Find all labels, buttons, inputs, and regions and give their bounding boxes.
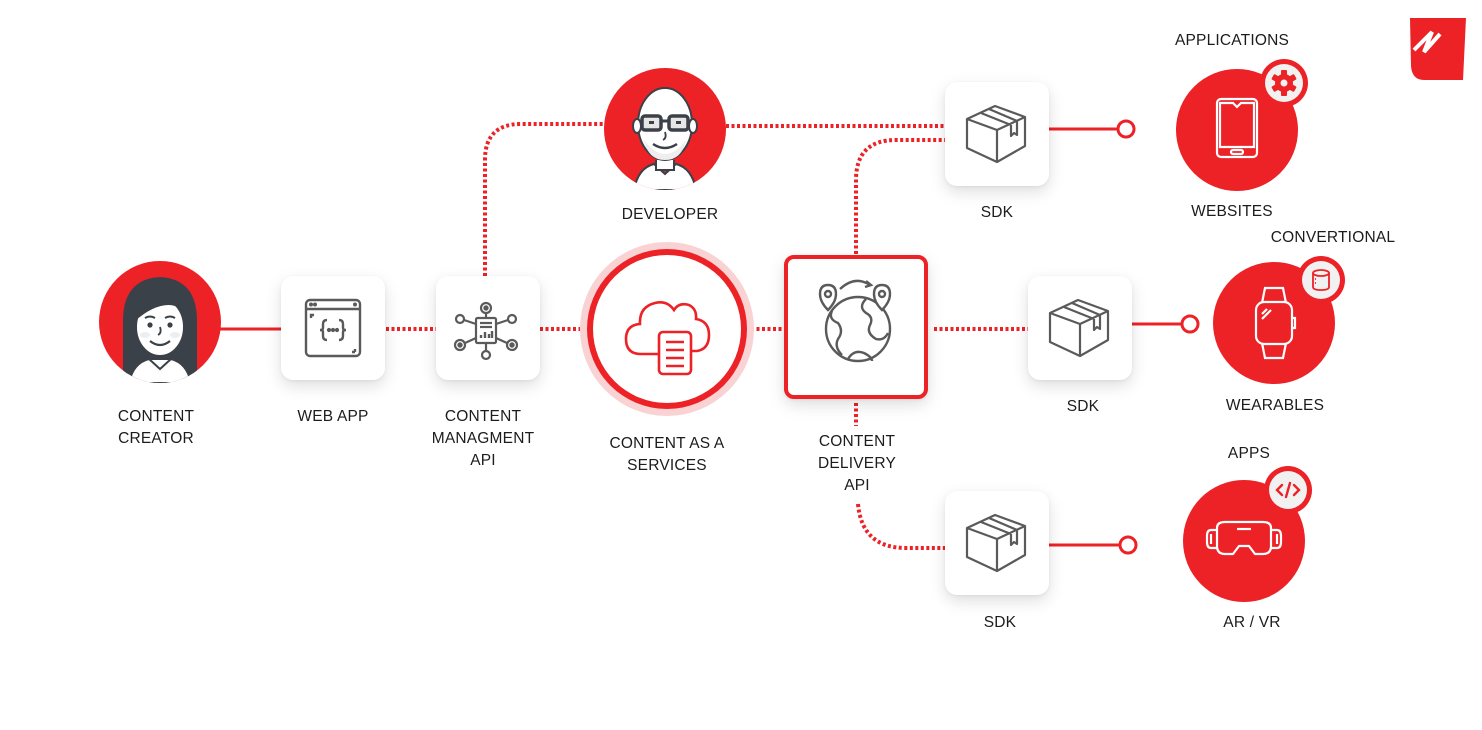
- browser-code-icon: [304, 298, 362, 358]
- websites-label: WEBSITES: [1191, 203, 1273, 220]
- network-document-icon: [453, 301, 519, 361]
- content-as-a-service-node[interactable]: [580, 242, 754, 416]
- wearables-node[interactable]: [1213, 256, 1345, 384]
- developer-node[interactable]: [604, 68, 726, 190]
- woman-avatar-icon: [123, 277, 197, 383]
- web-app-node[interactable]: [281, 276, 385, 380]
- ar-vr-badge: [1264, 466, 1312, 514]
- wearables-category-label: CONVERTIONAL: [1270, 229, 1396, 246]
- wire-end-wearables: [1180, 314, 1200, 334]
- sdk-middle-label: SDK: [1066, 398, 1100, 415]
- wire-end-websites: [1116, 119, 1136, 139]
- sdk-top-label: SDK: [980, 204, 1014, 221]
- content-management-api-label: CONTENT MANAGMENT API: [431, 408, 535, 469]
- gear-icon: [1271, 70, 1297, 96]
- brand-logo-icon: [1410, 18, 1466, 80]
- wire-cda-sdktop: [854, 138, 946, 254]
- ar-vr-label: AR / VR: [1223, 614, 1281, 631]
- wire-end-arvr: [1118, 535, 1138, 555]
- sdk-bottom-node[interactable]: [945, 491, 1049, 595]
- sdk-bottom-label: SDK: [983, 614, 1017, 631]
- wire-cma-developer: [483, 122, 606, 276]
- wire-cda-sdkbottom: [856, 503, 946, 550]
- man-avatar-icon: [632, 87, 698, 190]
- content-creator-label: CONTENT CREATOR: [117, 408, 195, 447]
- web-app-label: WEB APP: [297, 408, 369, 425]
- sdk-top-node[interactable]: [945, 82, 1049, 186]
- code-tag-icon: [1275, 481, 1301, 499]
- wearables-label: WEARABLES: [1225, 397, 1325, 414]
- cloud-document-icon: [624, 301, 711, 376]
- wearables-badge: [1297, 256, 1345, 304]
- globe-locations-icon: [818, 279, 892, 363]
- content-management-api-node[interactable]: [436, 276, 540, 380]
- package-box-icon: [1048, 298, 1110, 358]
- ar-vr-category-label: APPS: [1227, 445, 1271, 462]
- content-as-a-service-label: CONTENT AS A SERVICES: [609, 435, 725, 474]
- package-box-icon: [965, 104, 1027, 164]
- websites-category-label: APPLICATIONS: [1174, 32, 1290, 49]
- content-delivery-api-node[interactable]: [784, 255, 928, 399]
- content-delivery-api-label: CONTENT DELIVERY API: [818, 433, 896, 494]
- package-box-icon: [965, 513, 1027, 573]
- developer-label: DEVELOPER: [621, 206, 719, 223]
- websites-node[interactable]: [1176, 59, 1308, 191]
- websites-badge: [1260, 59, 1308, 107]
- content-creator-node[interactable]: [99, 261, 221, 383]
- database-icon: [1312, 269, 1330, 291]
- ar-vr-node[interactable]: [1183, 466, 1312, 602]
- sdk-middle-node[interactable]: [1028, 276, 1132, 380]
